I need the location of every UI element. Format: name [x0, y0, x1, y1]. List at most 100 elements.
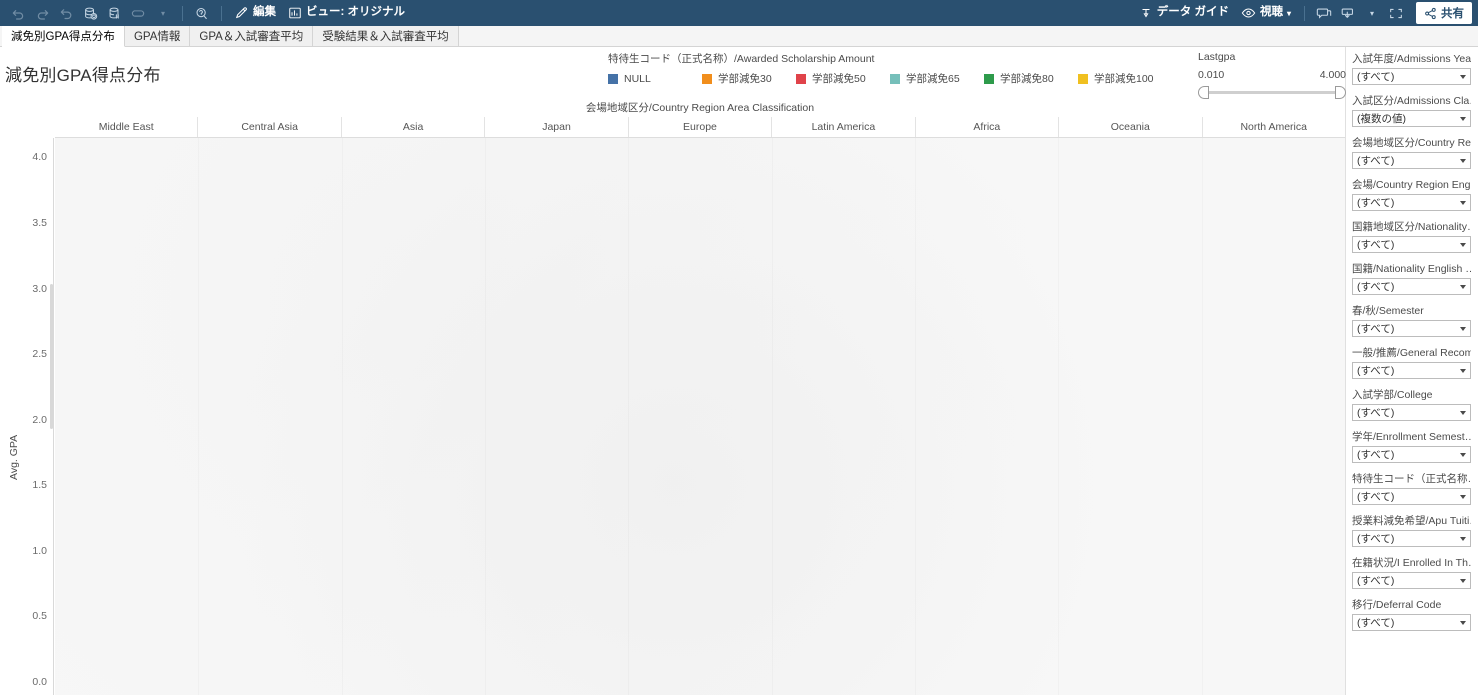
filter-value: (すべて) [1357, 573, 1394, 588]
toolbar-divider-1 [182, 6, 183, 21]
filter-dropdown[interactable]: (すべて) [1352, 530, 1471, 547]
column-header-europe[interactable]: Europe [629, 117, 772, 137]
legend-item-65[interactable]: 学部減免65 [890, 71, 984, 86]
redo-icon[interactable] [30, 2, 54, 24]
slider-handle-min[interactable] [1198, 86, 1209, 99]
slider-max-value[interactable]: 4.000 [1320, 69, 1346, 81]
color-legend: 特待生コード（正式名称）/Awarded Scholarship Amount … [608, 51, 1208, 86]
share-button[interactable]: 共有 [1416, 2, 1472, 24]
y-tick: 2.0 [32, 414, 47, 426]
legend-item-30[interactable]: 学部減免30 [702, 71, 796, 86]
column-header-north-america[interactable]: North America [1203, 117, 1345, 137]
watch-button[interactable]: 視聴 ▾ [1235, 2, 1297, 24]
tab-gpa-admissions-avg[interactable]: GPA＆入試審査平均 [190, 26, 313, 46]
refresh-data-icon[interactable] [78, 2, 102, 24]
chevron-down-icon [1460, 117, 1466, 121]
device-preview-icon[interactable] [126, 2, 151, 24]
filter-dropdown[interactable]: (すべて) [1352, 614, 1471, 631]
legend-item-null[interactable]: NULL [608, 73, 702, 85]
column-header-africa[interactable]: Africa [916, 117, 1059, 137]
edit-label: 編集 [253, 7, 276, 19]
filter-value: (すべて) [1357, 153, 1394, 168]
filter-value: (すべて) [1357, 531, 1394, 546]
filter-label: 会場/Country Region Eng… [1352, 177, 1471, 192]
filter-label: 入試年度/Admissions Year [1352, 51, 1471, 66]
undo-icon[interactable] [6, 2, 30, 24]
legend-item-100[interactable]: 学部減免100 [1078, 71, 1172, 86]
legend-swatch [608, 74, 618, 84]
y-tick: 0.0 [32, 676, 47, 688]
download-chevron-down-icon[interactable]: ▾ [1360, 2, 1384, 24]
legend-label: 学部減免30 [718, 71, 772, 86]
column-header-label: Oceania [1111, 121, 1150, 133]
column-header-central-asia[interactable]: Central Asia [198, 117, 341, 137]
filter-dropdown[interactable]: (すべて) [1352, 446, 1471, 463]
filter-dropdown[interactable]: (すべて) [1352, 404, 1471, 421]
slider-values: 0.010 4.000 [1198, 69, 1346, 81]
plot-column-divider [628, 138, 629, 695]
filter-tuition-reduction-request: 授業料減免希望/Apu Tuiti… (すべて) [1352, 513, 1471, 547]
filter-dropdown[interactable]: (すべて) [1352, 68, 1471, 85]
y-tick: 3.0 [32, 283, 47, 295]
filter-scholarship-code: 特待生コード（正式名称… (すべて) [1352, 471, 1471, 505]
filter-dropdown[interactable]: (すべて) [1352, 362, 1471, 379]
comment-icon[interactable] [1312, 2, 1336, 24]
column-header-middle-east[interactable]: Middle East [55, 117, 198, 137]
filter-dropdown[interactable]: (すべて) [1352, 236, 1471, 253]
column-header-label: North America [1240, 121, 1307, 133]
column-header-label: Asia [403, 121, 423, 133]
filter-dropdown[interactable]: (すべて) [1352, 320, 1471, 337]
tab-exam-results-admissions-avg[interactable]: 受験結果＆入試審査平均 [313, 26, 459, 46]
column-header-japan[interactable]: Japan [485, 117, 628, 137]
column-header-asia[interactable]: Asia [342, 117, 485, 137]
chart-area: 会場地域区分/Country Region Area Classificatio… [0, 99, 1345, 695]
filter-dropdown[interactable]: (すべて) [1352, 152, 1471, 169]
watch-label: 視聴 [1260, 7, 1283, 19]
filter-value: (複数の値) [1357, 111, 1406, 126]
filter-label: 移行/Deferral Code [1352, 597, 1471, 612]
tab-gpa-info[interactable]: GPA情報 [125, 26, 190, 46]
viz-header-zone: 減免別GPA得点分布 特待生コード（正式名称）/Awarded Scholars… [0, 47, 1345, 99]
view-button[interactable]: ビュー: オリジナル [282, 2, 411, 24]
filter-enrollment-status: 在籍状況/I Enrolled In Th… (すべて) [1352, 555, 1471, 589]
filter-dropdown[interactable]: (すべて) [1352, 194, 1471, 211]
filter-value: (すべて) [1357, 69, 1394, 84]
legend-swatch [890, 74, 900, 84]
slider-title: Lastgpa [1198, 51, 1346, 63]
filter-dropdown[interactable]: (すべて) [1352, 488, 1471, 505]
column-header-oceania[interactable]: Oceania [1059, 117, 1202, 137]
filter-value: (すべて) [1357, 363, 1394, 378]
download-icon[interactable] [1336, 2, 1360, 24]
share-label: 共有 [1441, 5, 1464, 21]
edit-button[interactable]: 編集 [229, 2, 282, 24]
device-preview-chevron-down-icon[interactable]: ▾ [151, 2, 175, 24]
slider-track[interactable] [1204, 91, 1340, 94]
filter-semester: 春/秋/Semester (すべて) [1352, 303, 1471, 337]
toolbar-right-group: データ ガイド 視聴 ▾ ▾ [1133, 2, 1472, 24]
y-tick: 1.0 [32, 545, 47, 557]
data-guide-button[interactable]: データ ガイド [1133, 2, 1235, 24]
revert-icon[interactable] [54, 2, 78, 24]
tab-gpa-distribution[interactable]: 減免別GPA得点分布 [2, 26, 125, 47]
legend-item-50[interactable]: 学部減免50 [796, 71, 890, 86]
filter-dropdown[interactable]: (複数の値) [1352, 110, 1471, 127]
plot-column-divider [485, 138, 486, 695]
column-header-latin-america[interactable]: Latin America [772, 117, 915, 137]
plot-column-divider [915, 138, 916, 695]
plot-canvas[interactable] [55, 138, 1345, 695]
filter-dropdown[interactable]: (すべて) [1352, 572, 1471, 589]
slider-track-wrap[interactable] [1198, 85, 1346, 99]
y-axis[interactable]: 4.0 3.5 3.0 2.5 2.0 1.5 1.0 0.5 0.0 [0, 138, 54, 695]
ask-data-icon[interactable] [190, 2, 214, 24]
slider-min-value[interactable]: 0.010 [1198, 69, 1224, 81]
vertical-scrollbar[interactable] [50, 284, 53, 429]
legend-item-80[interactable]: 学部減免80 [984, 71, 1078, 86]
slider-handle-max[interactable] [1335, 86, 1346, 99]
fullscreen-icon[interactable] [1384, 2, 1408, 24]
filter-value: (すべて) [1357, 279, 1394, 294]
filter-dropdown[interactable]: (すべて) [1352, 278, 1471, 295]
legend-swatch [984, 74, 994, 84]
pause-auto-updates-icon[interactable] [102, 2, 126, 24]
chevron-glyph: ▾ [161, 10, 165, 18]
chevron-down-icon [1460, 411, 1466, 415]
